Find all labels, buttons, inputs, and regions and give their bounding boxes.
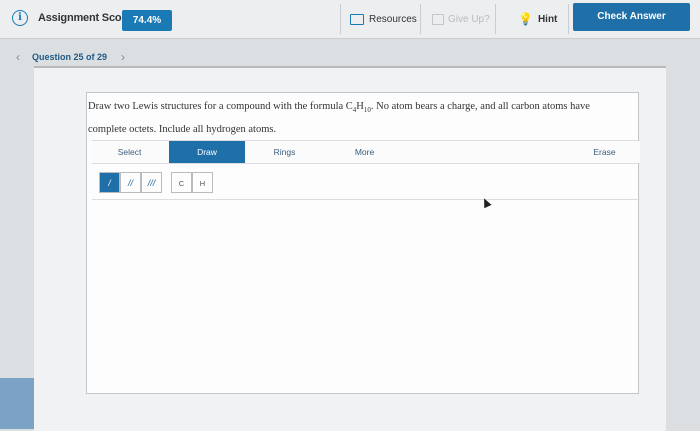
- draw-options: / // /// C H: [92, 163, 640, 200]
- question-counter: Question 25 of 29: [32, 52, 108, 62]
- hint-button[interactable]: 💡 Hint: [518, 0, 557, 38]
- resources-label: Resources: [369, 13, 417, 25]
- prompt-text: complete octets. Include all hydrogen at…: [88, 124, 277, 136]
- prompt-text: Draw two Lewis structures for a compound…: [88, 101, 353, 112]
- erase-tool[interactable]: Erase: [582, 141, 627, 163]
- hydrogen-atom-button[interactable]: H: [192, 172, 213, 193]
- question-nav: ‹ Question 25 of 29 ›: [16, 50, 125, 64]
- lightbulb-icon: 💡: [518, 12, 533, 26]
- give-up-button[interactable]: Give Up?: [432, 0, 490, 38]
- score-label: Assignment Score:: [38, 12, 135, 24]
- single-bond-button[interactable]: /: [99, 172, 120, 193]
- divider: [568, 4, 569, 34]
- flag-icon: [432, 13, 444, 25]
- select-tool[interactable]: Select: [92, 141, 167, 163]
- prompt-text: H: [356, 101, 364, 112]
- drawing-toolbar: Select Draw Rings More Erase: [92, 140, 640, 164]
- prompt-text: . No atom bears a charge, and all carbon…: [370, 101, 590, 112]
- chevron-right-icon[interactable]: ›: [121, 50, 125, 64]
- divider: [340, 4, 341, 34]
- draw-tool[interactable]: Draw: [169, 141, 245, 163]
- triple-bond-button[interactable]: ///: [141, 172, 162, 193]
- carbon-atom-button[interactable]: C: [171, 172, 192, 193]
- folder-icon: [350, 13, 364, 25]
- assignment-score: i Assignment Score:: [12, 10, 135, 26]
- score-value: 74.4%: [122, 10, 172, 31]
- prompt-subscript: 10: [363, 106, 371, 115]
- sidebar-edge: [0, 378, 34, 429]
- rings-tool[interactable]: Rings: [262, 141, 307, 163]
- more-tool[interactable]: More: [342, 141, 387, 163]
- question-prompt: Draw two Lewis structures for a compound…: [88, 97, 633, 140]
- chevron-left-icon[interactable]: ‹: [16, 50, 20, 64]
- double-bond-button[interactable]: //: [120, 172, 141, 193]
- divider: [495, 4, 496, 34]
- give-up-label: Give Up?: [448, 13, 490, 25]
- info-icon[interactable]: i: [12, 10, 28, 26]
- resources-button[interactable]: Resources: [350, 0, 417, 38]
- hint-label: Hint: [537, 13, 558, 25]
- divider: [420, 4, 421, 34]
- check-answer-button[interactable]: Check Answer: [573, 3, 690, 31]
- top-bar: i Assignment Score: 74.4% Resources Give…: [0, 0, 700, 39]
